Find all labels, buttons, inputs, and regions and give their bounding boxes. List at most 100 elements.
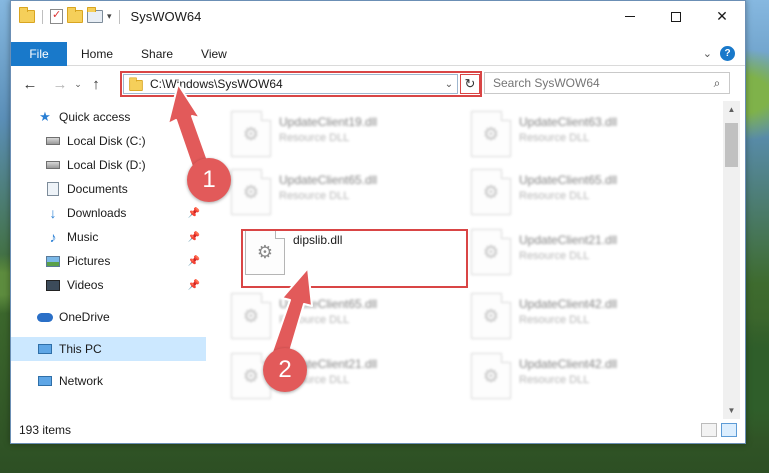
address-bar[interactable]: C:\Windows\SysWOW64 ⌄ ↻ [120, 71, 482, 97]
toolbar-divider [42, 9, 43, 24]
pin-icon[interactable]: 📌 [188, 256, 200, 267]
file-type: Resource DLL [519, 190, 590, 202]
tab-view[interactable]: View [187, 42, 241, 66]
file-item[interactable]: ⚙ UpdateClient65.dll Resource DLL [231, 291, 455, 347]
step-badge-2: 2 [263, 348, 307, 392]
forward-arrow-icon[interactable]: → [49, 76, 71, 93]
title-bar: ▾ SysWOW64 ✕ [11, 1, 745, 32]
file-item[interactable]: ⚙ UpdateClient42.dll Resource DLL [471, 351, 695, 407]
file-type: Resource DLL [279, 190, 350, 202]
search-box[interactable]: ⌕ [484, 72, 730, 94]
navigation-pane: ★ Quick access Local Disk (C:) Local Dis… [11, 105, 206, 415]
sidebar-item-label: Videos [67, 278, 104, 292]
pin-icon[interactable]: 📌 [188, 208, 200, 219]
file-item[interactable]: ⚙ UpdateClient65.dll Resource DLL [231, 167, 455, 223]
tab-home[interactable]: Home [67, 42, 127, 66]
scroll-up-icon[interactable]: ▲ [723, 101, 740, 118]
toolbar-divider [118, 9, 120, 24]
file-item[interactable]: ⚙ UpdateClient42.dll Resource DLL [471, 291, 695, 347]
up-arrow-icon[interactable]: ↑ [85, 76, 107, 93]
file-type: Resource DLL [519, 132, 590, 144]
sidebar-item-label: Quick access [59, 110, 131, 124]
properties-icon[interactable] [50, 8, 63, 24]
minimize-button[interactable] [607, 1, 653, 32]
close-button[interactable]: ✕ [699, 1, 745, 32]
new-folder-icon[interactable] [67, 7, 83, 23]
documents-icon [45, 182, 61, 196]
address-field[interactable]: C:\Windows\SysWOW64 ⌄ [123, 74, 458, 94]
view-toggle [701, 423, 745, 437]
pin-icon[interactable]: 📌 [188, 280, 200, 291]
step-badge-1: 1 [187, 158, 231, 202]
folder-icon [129, 77, 143, 92]
large-icons-view-icon[interactable] [721, 423, 737, 437]
pin-icon[interactable]: 📌 [188, 232, 200, 243]
back-arrow-icon[interactable]: ← [19, 76, 41, 93]
music-icon: ♪ [49, 229, 57, 245]
customize-toolbar-icon[interactable] [87, 7, 103, 23]
sidebar-item-local-disk-d[interactable]: Local Disk (D:) [11, 153, 206, 177]
file-name: UpdateClient63.dll [519, 115, 618, 129]
details-view-icon[interactable] [701, 423, 717, 437]
sidebar-item-label: Pictures [67, 254, 111, 268]
file-name: UpdateClient19.dll [279, 115, 378, 129]
expand-ribbon-icon[interactable]: ⌄ [703, 47, 712, 60]
dll-file-icon: ⚙ [231, 169, 271, 215]
dll-file-icon: ⚙ [471, 169, 511, 215]
toolbar-dropdown-icon[interactable]: ▾ [107, 11, 112, 22]
file-item[interactable]: ⚙ UpdateClient19.dll Resource DLL [231, 109, 455, 165]
ribbon-tabs: File Home Share View ⌄ ? [11, 41, 745, 66]
sidebar-item-onedrive[interactable]: OneDrive [11, 305, 206, 329]
maximize-button[interactable] [653, 1, 699, 32]
sidebar-item-documents[interactable]: Documents [11, 177, 206, 201]
search-input[interactable] [493, 76, 705, 90]
dll-file-icon: ⚙ [471, 293, 511, 339]
sidebar-item-music[interactable]: ♪ Music 📌 [11, 225, 206, 249]
sidebar-item-local-disk-c[interactable]: Local Disk (C:) [11, 129, 206, 153]
sidebar-item-downloads[interactable]: ↓ Downloads 📌 [11, 201, 206, 225]
file-type: Resource DLL [519, 314, 590, 326]
file-name: UpdateClient21.dll [519, 233, 618, 247]
help-icon[interactable]: ? [720, 46, 735, 61]
tab-file[interactable]: File [11, 41, 67, 66]
videos-icon [45, 278, 61, 292]
file-name: UpdateClient65.dll [519, 173, 618, 187]
file-item[interactable]: ⚙ UpdateClient63.dll Resource DLL [471, 109, 695, 165]
dll-file-icon: ⚙ [231, 111, 271, 157]
dll-file-icon: ⚙ [471, 111, 511, 157]
scroll-thumb[interactable] [725, 123, 738, 167]
folder-icon[interactable] [19, 7, 35, 23]
sidebar-item-network[interactable]: Network [11, 369, 206, 393]
file-type: Resource DLL [279, 314, 350, 326]
sidebar-item-label: OneDrive [59, 310, 110, 324]
sidebar-item-videos[interactable]: Videos 📌 [11, 273, 206, 297]
recent-locations-icon[interactable]: ⌄ [71, 79, 85, 90]
file-name: UpdateClient42.dll [519, 297, 618, 311]
sidebar-item-pictures[interactable]: Pictures 📌 [11, 249, 206, 273]
file-name: UpdateClient42.dll [519, 357, 618, 371]
vertical-scrollbar[interactable]: ▲ ▼ [723, 101, 740, 419]
address-dropdown-icon[interactable]: ⌄ [441, 79, 457, 90]
sidebar-item-label: Downloads [67, 206, 127, 220]
sidebar-item-label: Local Disk (C:) [67, 134, 146, 148]
window-title: SysWOW64 [130, 9, 202, 24]
tab-share[interactable]: Share [127, 42, 187, 66]
disk-icon [45, 158, 61, 172]
maximize-icon [671, 11, 681, 22]
sidebar-item-quick-access[interactable]: ★ Quick access [11, 105, 206, 129]
sidebar-item-this-pc[interactable]: This PC [11, 337, 206, 361]
search-icon[interactable]: ⌕ [705, 76, 729, 91]
navigation-bar: ← → ⌄ ↑ C:\Windows\SysWOW64 ⌄ ↻ ⌕ [11, 67, 745, 101]
sidebar-item-label: Documents [67, 182, 128, 196]
file-type: Resource DLL [279, 132, 350, 144]
refresh-button[interactable]: ↻ [460, 74, 480, 94]
address-path[interactable]: C:\Windows\SysWOW64 [150, 77, 441, 91]
refresh-icon: ↻ [464, 76, 476, 91]
file-item[interactable]: ⚙ UpdateClient65.dll Resource DLL [471, 167, 695, 223]
file-item[interactable]: ⚙ UpdateClient21.dll Resource DLL [471, 227, 695, 283]
quick-access-toolbar: ▾ [11, 7, 123, 24]
file-highlight-box [241, 229, 468, 288]
